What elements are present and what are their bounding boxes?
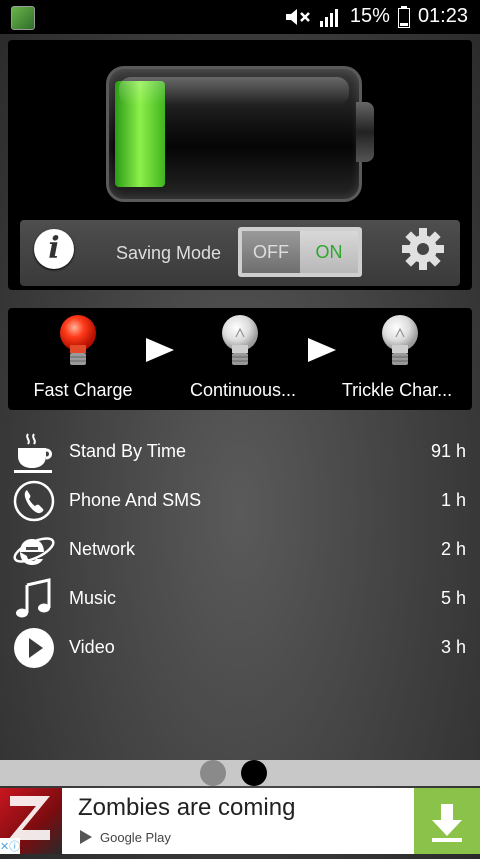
download-icon — [432, 804, 462, 842]
battery-panel: i Saving Mode OFF ON — [8, 40, 472, 290]
battery-terminal — [356, 102, 374, 162]
list-item-label: Phone And SMS — [69, 490, 202, 510]
lightbulb-off-icon — [382, 315, 418, 365]
lightbulb-off-icon — [222, 315, 258, 365]
google-play-icon — [80, 830, 92, 844]
stage-label: Fast Charge — [33, 380, 133, 400]
list-item-music[interactable]: Music 5 h — [0, 575, 480, 623]
list-item-label: Video — [69, 637, 115, 657]
coffee-cup-icon — [14, 433, 52, 473]
list-item-label: Network — [69, 539, 136, 559]
ad-title: Zombies are coming — [78, 794, 296, 821]
internet-explorer-icon — [13, 537, 55, 565]
play-icon — [14, 628, 54, 668]
list-item-stand-by[interactable]: Stand By Time 91 h — [0, 428, 480, 476]
info-button[interactable]: i — [34, 229, 74, 269]
list-item-label: Stand By Time — [69, 441, 187, 461]
list-item-value: 5 h — [440, 588, 466, 608]
status-bar: 15% 01:23 — [0, 0, 480, 34]
stage-label: Trickle Char... — [341, 380, 453, 400]
ad-download-button[interactable] — [414, 788, 480, 854]
list-item-network[interactable]: Network 2 h — [0, 526, 480, 574]
saving-mode-toggle[interactable]: OFF ON — [238, 227, 362, 277]
ad-store-label: Google Play — [100, 830, 171, 845]
toggle-off-label: OFF — [242, 231, 300, 273]
lightbulb-on-icon — [60, 315, 96, 365]
settings-gear-icon[interactable] — [400, 226, 446, 272]
battery-graphic — [106, 66, 362, 202]
stage-label: Continuous... — [189, 380, 297, 400]
list-item-phone-sms[interactable]: Phone And SMS 1 h — [0, 477, 480, 525]
list-item-label: Music — [69, 588, 117, 608]
page-indicator — [0, 760, 480, 786]
ad-choices-icon[interactable]: ✕ⓘ — [0, 838, 21, 854]
signal-icon — [319, 8, 338, 27]
control-bar: i Saving Mode OFF ON — [20, 220, 460, 286]
saving-mode-label: Saving Mode — [116, 243, 222, 263]
music-note-icon — [16, 578, 51, 618]
list-item-value: 91 h — [430, 441, 466, 461]
list-item-value: 1 h — [440, 490, 466, 510]
toggle-on-label: ON — [300, 231, 358, 273]
battery-percent: 15% — [349, 5, 390, 27]
clock: 01:23 — [417, 5, 468, 27]
app-icon — [11, 6, 35, 30]
battery-shine — [119, 77, 349, 105]
page-dot-2[interactable] — [241, 760, 267, 786]
mute-icon — [285, 8, 310, 25]
list-item-value: 3 h — [440, 637, 466, 657]
arrow-right-icon — [308, 338, 336, 362]
arrow-right-icon — [146, 338, 174, 362]
charge-stages-panel: Fast Charge Continuous... Trickle Char..… — [8, 308, 472, 410]
page-dot-1[interactable] — [200, 760, 226, 786]
phone-icon — [13, 480, 55, 522]
list-item-video[interactable]: Video 3 h — [0, 624, 480, 672]
ad-banner[interactable]: ✕ⓘ Zombies are coming Google Play — [0, 788, 480, 854]
list-item-value: 2 h — [440, 539, 466, 559]
battery-icon — [397, 5, 410, 28]
